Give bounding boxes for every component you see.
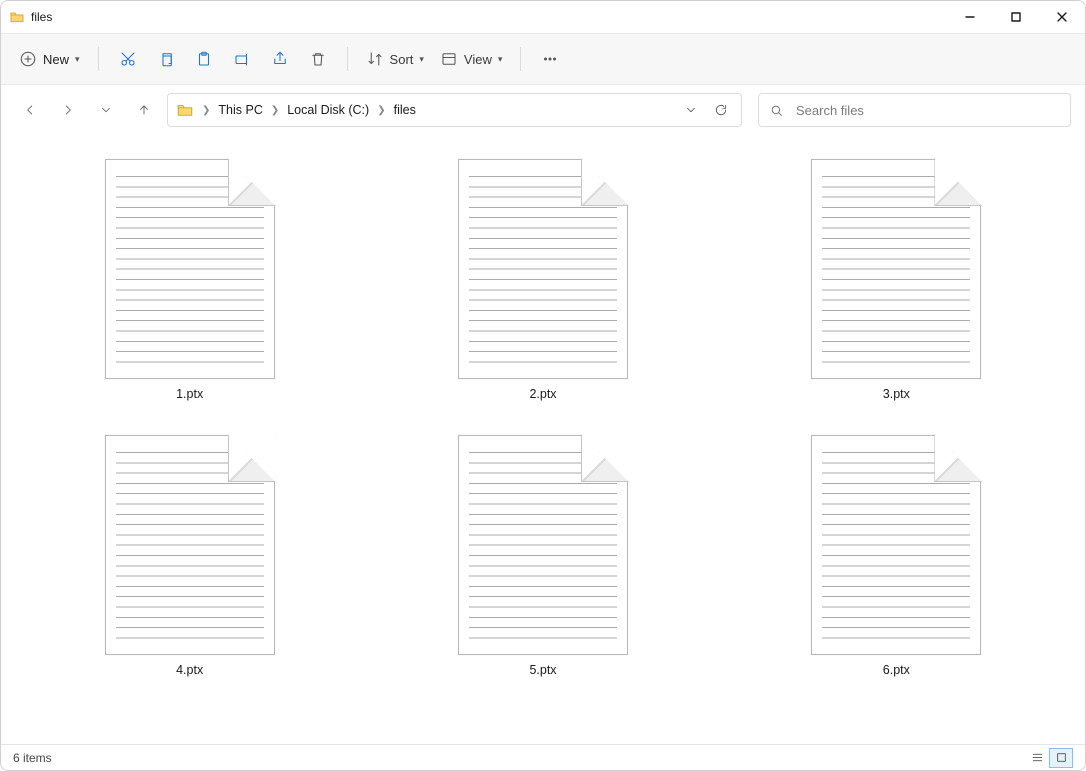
paste-button[interactable] — [187, 42, 221, 76]
view-button[interactable]: View ▾ — [434, 42, 508, 76]
breadcrumb-segment[interactable]: files — [390, 96, 420, 124]
file-item[interactable]: 5.ptx — [366, 429, 719, 683]
toolbar: New ▾ Sort ▾ View ▾ — [1, 33, 1085, 85]
rename-button[interactable] — [225, 42, 259, 76]
sort-button[interactable]: Sort ▾ — [360, 42, 430, 76]
breadcrumb-segment[interactable]: Local Disk (C:) — [283, 96, 373, 124]
file-name-label: 3.ptx — [883, 387, 910, 401]
toolbar-separator — [98, 47, 99, 71]
file-grid: 1.ptx 2.ptx 3.ptx 4.ptx 5.ptx — [13, 153, 1073, 683]
chevron-right-icon: ❯ — [269, 105, 281, 116]
file-pane[interactable]: 1.ptx 2.ptx 3.ptx 4.ptx 5.ptx — [1, 135, 1085, 744]
sort-button-label: Sort — [390, 52, 414, 67]
file-name-label: 2.ptx — [529, 387, 556, 401]
file-item[interactable]: 6.ptx — [720, 429, 1073, 683]
titlebar-left: files — [9, 9, 947, 25]
document-icon — [458, 159, 628, 379]
address-dropdown-button[interactable] — [677, 96, 705, 124]
maximize-button[interactable] — [993, 1, 1039, 33]
file-item[interactable]: 4.ptx — [13, 429, 366, 683]
chevron-right-icon: ❯ — [200, 105, 212, 116]
chevron-right-icon: ❯ — [375, 105, 387, 116]
icons-view-button[interactable] — [1049, 748, 1073, 768]
address-bar[interactable]: ❯ This PC ❯ Local Disk (C:) ❯ files — [167, 93, 742, 127]
document-icon — [811, 159, 981, 379]
file-name-label: 5.ptx — [529, 663, 556, 677]
toolbar-separator — [520, 47, 521, 71]
document-icon — [458, 435, 628, 655]
more-button[interactable] — [533, 42, 567, 76]
window-title: files — [31, 10, 52, 24]
details-view-button[interactable] — [1025, 748, 1049, 768]
delete-button[interactable] — [301, 42, 335, 76]
chevron-down-icon: ▾ — [419, 54, 424, 65]
file-name-label: 1.ptx — [176, 387, 203, 401]
chevron-down-icon: ▾ — [498, 54, 503, 65]
cut-button[interactable] — [111, 42, 145, 76]
status-item-count: 6 items — [13, 751, 52, 765]
copy-button[interactable] — [149, 42, 183, 76]
nav-back-button[interactable] — [15, 95, 45, 125]
titlebar: files — [1, 1, 1085, 33]
new-button[interactable]: New ▾ — [13, 42, 86, 76]
nav-forward-button[interactable] — [53, 95, 83, 125]
refresh-button[interactable] — [707, 96, 735, 124]
explorer-window: files New ▾ — [0, 0, 1086, 771]
view-button-label: View — [464, 52, 492, 67]
file-name-label: 4.ptx — [176, 663, 203, 677]
close-button[interactable] — [1039, 1, 1085, 33]
document-icon — [811, 435, 981, 655]
file-item[interactable]: 2.ptx — [366, 153, 719, 407]
search-icon — [769, 103, 784, 118]
minimize-button[interactable] — [947, 1, 993, 33]
nav-recent-dropdown[interactable] — [91, 95, 121, 125]
file-name-label: 6.ptx — [883, 663, 910, 677]
new-button-label: New — [43, 52, 69, 67]
statusbar: 6 items — [1, 744, 1085, 770]
search-box[interactable] — [758, 93, 1071, 127]
document-icon — [105, 435, 275, 655]
file-item[interactable]: 3.ptx — [720, 153, 1073, 407]
document-icon — [105, 159, 275, 379]
search-input[interactable] — [794, 102, 1060, 119]
breadcrumb-segment[interactable]: This PC — [214, 96, 266, 124]
view-toggle — [1025, 748, 1073, 768]
window-controls — [947, 1, 1085, 33]
toolbar-separator — [347, 47, 348, 71]
folder-icon — [9, 9, 25, 25]
folder-icon — [176, 101, 194, 119]
nav-up-button[interactable] — [129, 95, 159, 125]
file-item[interactable]: 1.ptx — [13, 153, 366, 407]
navbar: ❯ This PC ❯ Local Disk (C:) ❯ files — [1, 85, 1085, 135]
share-button[interactable] — [263, 42, 297, 76]
chevron-down-icon: ▾ — [75, 54, 80, 65]
